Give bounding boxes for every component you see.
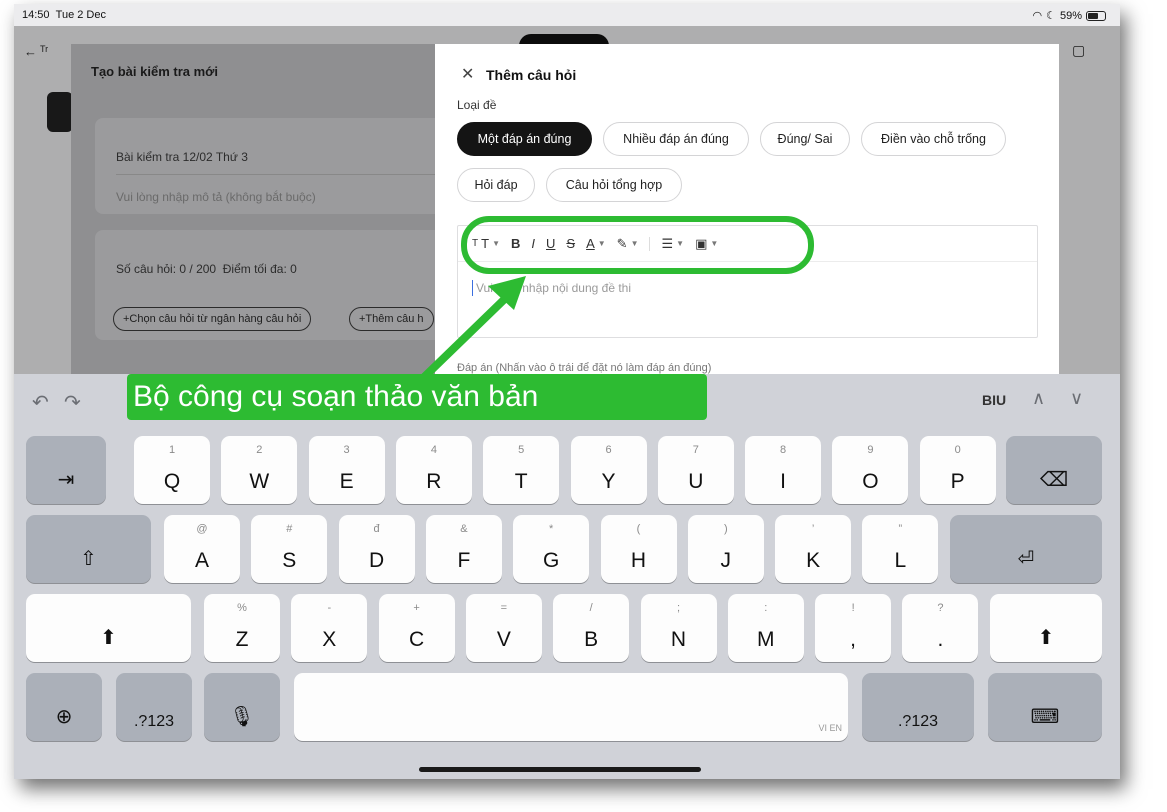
ipad-screen: 14:50 Tue 2 Dec ◠ ☾ 59% ← Tr ▢ Tạo bài k… [14, 4, 1120, 779]
home-indicator[interactable] [419, 767, 701, 772]
annotation-callout: Bộ công cụ soạn thảo văn bản [127, 374, 707, 420]
